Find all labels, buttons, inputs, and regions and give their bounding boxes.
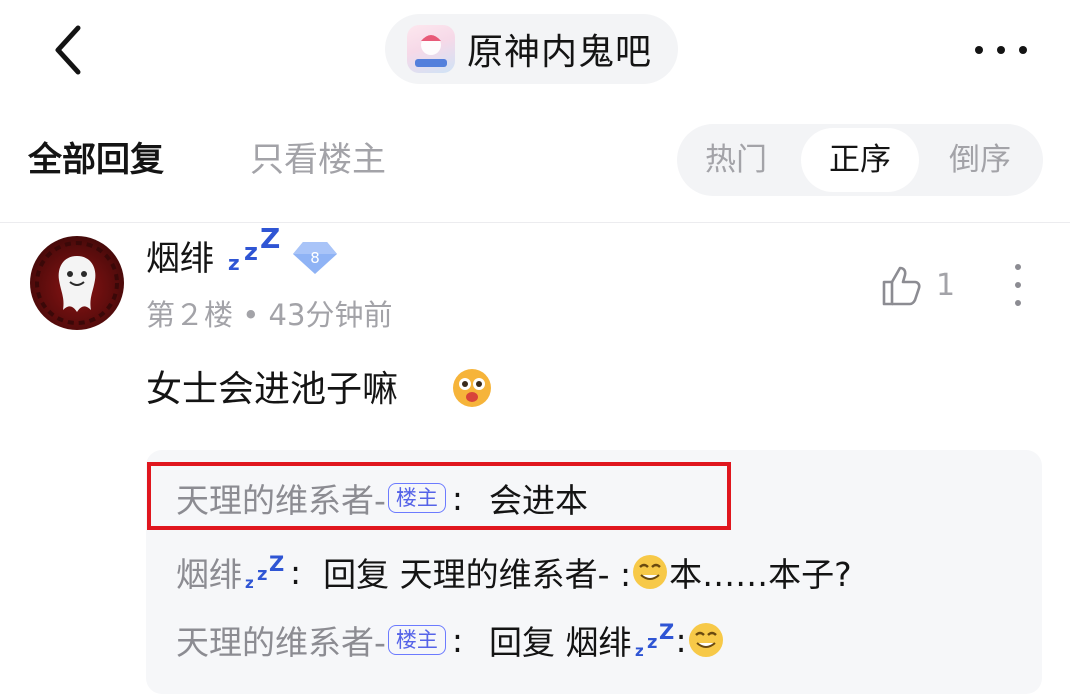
level-badge-icon: 8 (293, 242, 337, 274)
sort-hot-button[interactable]: 热门 (677, 128, 795, 192)
post-floor-time: 第２楼 • 43分钟前 (146, 298, 393, 332)
divider (0, 222, 1070, 223)
svg-text:z: z (245, 574, 254, 591)
svg-text:z: z (244, 238, 258, 266)
highlight-box (147, 462, 731, 530)
chevron-left-icon (55, 25, 81, 75)
more-options-button[interactable] (972, 30, 1030, 70)
op-badge: 楼主 (387, 625, 446, 655)
tab-only-op[interactable]: 只看楼主 (250, 136, 386, 184)
reply-colon: : (290, 552, 302, 592)
back-button[interactable] (46, 22, 94, 78)
reply-author[interactable]: 烟绯 (176, 548, 242, 596)
reply-text-suffix: 本……本子? (669, 555, 852, 594)
post-menu-button[interactable] (1006, 260, 1030, 310)
tab-all-replies[interactable]: 全部回复 (28, 136, 164, 184)
svg-text:z: z (257, 564, 267, 585)
surprised-emoji-icon (453, 369, 491, 407)
more-horizontal-icon (975, 46, 1027, 54)
sleeping-zz-icon: z z Z (245, 553, 284, 591)
reply-colon: : (451, 620, 464, 660)
svg-text:Z: Z (260, 226, 280, 255)
post-content: 女士会进池子嘛 (146, 369, 399, 410)
reply-author[interactable]: 天理的维系者- (176, 616, 386, 664)
svg-text:z: z (228, 251, 240, 274)
reply-text-prefix: 回复 烟绯 (489, 623, 632, 662)
level-number: 8 (310, 249, 320, 267)
sub-reply-3[interactable]: 天理的维系者- 楼主 : 回复 烟绯 z z Z : (176, 610, 725, 670)
more-vertical-icon (1015, 264, 1021, 306)
reply-text-prefix: 回复 天理的维系者- : (323, 555, 632, 594)
forum-name: 原神内鬼吧 (467, 32, 653, 73)
sub-reply-2[interactable]: 烟绯 z z Z : 回复 天理的维系者- : 本……本子? (176, 542, 852, 602)
svg-text:z: z (635, 642, 644, 659)
smiley-emoji-icon (688, 623, 723, 657)
sort-ascending-button[interactable]: 正序 (801, 128, 919, 192)
thumbs-up-icon (882, 266, 921, 306)
like-button[interactable] (880, 264, 924, 308)
sleeping-zz-icon: z z Z (635, 621, 674, 659)
sort-segmented-control: 热门 正序 倒序 (677, 124, 1043, 196)
sort-descending-button[interactable]: 倒序 (921, 128, 1039, 192)
user-avatar[interactable] (30, 236, 124, 330)
svg-text:Z: Z (269, 553, 284, 576)
forum-title-pill[interactable]: 原神内鬼吧 (385, 14, 679, 84)
svg-text:z: z (647, 632, 657, 653)
svg-text:Z: Z (659, 621, 674, 644)
post-username[interactable]: 烟绯 (146, 236, 214, 282)
smiley-emoji-icon (633, 555, 668, 589)
like-count: 1 (936, 268, 956, 303)
reply-text-suffix: : (675, 620, 687, 660)
sleeping-zz-icon: z z Z (228, 226, 280, 274)
forum-avatar (407, 25, 455, 73)
